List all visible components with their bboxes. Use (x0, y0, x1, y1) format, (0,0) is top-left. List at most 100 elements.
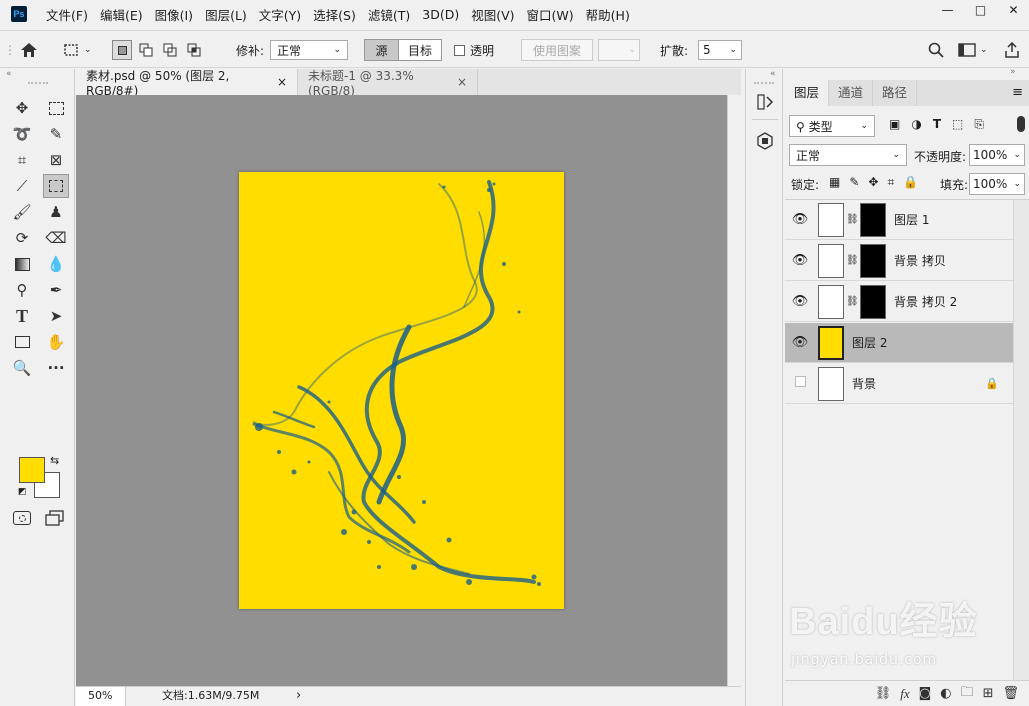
blur-tool-icon[interactable]: 💧 (43, 252, 69, 276)
intersect-selection-button[interactable] (184, 40, 204, 60)
blend-mode-select[interactable]: 正常 ⌄ (789, 144, 907, 166)
use-pattern-button[interactable]: 使用图案 (521, 39, 593, 61)
foreground-color-swatch[interactable] (19, 457, 45, 483)
pattern-picker[interactable]: ⌄ (598, 39, 640, 61)
filter-adjustment-icon[interactable]: ◑ (911, 117, 921, 132)
menu-3d[interactable]: 3D(D) (422, 7, 459, 22)
layers-scrollbar[interactable] (1013, 200, 1029, 680)
dodge-tool-icon[interactable]: ⚲ (9, 278, 35, 302)
patch-tool-icon[interactable] (43, 174, 69, 198)
expand-panels-icon[interactable]: « (770, 69, 776, 79)
filter-type-icon[interactable]: T (933, 117, 941, 132)
eraser-tool-icon[interactable]: ⌫ (43, 226, 69, 250)
link-chain-icon[interactable]: ⛓ (846, 255, 859, 266)
new-group-icon[interactable]: 🗀 (961, 683, 974, 705)
more-tools-icon[interactable]: ··· (43, 356, 69, 380)
quick-mask-icon[interactable] (13, 511, 31, 525)
menu-type[interactable]: 文字(Y) (259, 5, 301, 24)
layer-mask-thumbnail[interactable] (860, 243, 886, 278)
crop-tool-icon[interactable]: ⌗ (9, 148, 35, 172)
patch-mode-select[interactable]: 正常 ⌄ (270, 40, 348, 60)
history-panel-icon[interactable] (756, 93, 774, 114)
layer-row-background-copy[interactable]: 👁 ⛓ 背景 拷贝 (785, 241, 1013, 281)
visibility-eye-icon[interactable]: 👁 (785, 253, 815, 268)
source-button[interactable]: 源 (365, 40, 399, 60)
menu-image[interactable]: 图像(I) (155, 5, 193, 24)
diffusion-select[interactable]: 5 ⌄ (698, 40, 742, 60)
zoom-tool-icon[interactable]: 🔍 (9, 356, 35, 380)
close-tab-icon[interactable]: × (457, 75, 467, 89)
path-selection-tool-icon[interactable]: ➤ (43, 304, 69, 328)
brush-tool-icon[interactable]: 🖌 (9, 200, 35, 224)
menu-window[interactable]: 窗口(W) (527, 5, 574, 24)
tab-untitled-1[interactable]: 未标题-1 @ 33.3%(RGB/8) × (298, 69, 478, 98)
layer-row-layer-1[interactable]: 👁 ⛓ 图层 1 (785, 200, 1013, 240)
transparent-checkbox[interactable] (454, 44, 465, 56)
close-tab-icon[interactable]: × (277, 75, 287, 89)
status-menu-arrow-icon[interactable]: › (296, 687, 301, 705)
pen-tool-icon[interactable]: ✒ (43, 278, 69, 302)
subtract-selection-button[interactable] (160, 40, 180, 60)
vertical-scrollbar[interactable] (727, 95, 741, 686)
clone-stamp-tool-icon[interactable]: ♟ (43, 200, 69, 224)
layer-row-background[interactable]: 背景 🔒 (785, 364, 1013, 404)
menu-view[interactable]: 视图(V) (471, 5, 514, 24)
adjustment-layer-icon[interactable]: ◐ (940, 686, 951, 701)
link-chain-icon[interactable]: ⛓ (846, 296, 859, 307)
layer-style-icon[interactable]: fx (900, 686, 909, 702)
gradient-tool-icon[interactable] (9, 252, 35, 276)
filter-kind-select[interactable]: ⚲ 类型 ⌄ (789, 115, 875, 137)
menu-select[interactable]: 选择(S) (313, 5, 356, 24)
filter-pixel-icon[interactable]: ▣ (889, 117, 900, 132)
swap-colors-icon[interactable]: ⇆ (50, 454, 59, 467)
tab-channels[interactable]: 通道 (829, 80, 874, 106)
lasso-tool-icon[interactable]: ➰ (9, 122, 35, 146)
new-layer-icon[interactable]: ⊞ (983, 686, 994, 701)
collapse-toolbox-icon[interactable]: « (6, 69, 12, 79)
collapse-panel-icon[interactable]: » (1010, 67, 1016, 77)
screen-mode-icon[interactable] (45, 510, 65, 529)
filter-toggle[interactable] (1017, 116, 1025, 132)
3d-panel-icon[interactable] (756, 132, 774, 153)
opacity-field[interactable]: 100% ⌄ (969, 144, 1025, 166)
tool-preset-picker[interactable]: ⌄ (62, 31, 92, 69)
tab-material-psd[interactable]: 素材.psd @ 50% (图层 2, RGB/8#) × (76, 69, 298, 98)
visibility-toggle[interactable] (785, 376, 815, 391)
add-selection-button[interactable] (136, 40, 156, 60)
lock-transparent-icon[interactable]: ▦ (829, 175, 840, 190)
minimize-button[interactable]: — (932, 0, 963, 20)
panel-menu-icon[interactable]: ≡ (1006, 80, 1029, 106)
tab-paths[interactable]: 路径 (873, 80, 918, 106)
hand-tool-icon[interactable]: ✋ (43, 330, 69, 354)
quick-selection-tool-icon[interactable]: ✎ (43, 122, 69, 146)
eyedropper-tool-icon[interactable]: ⟋ (9, 174, 35, 198)
delete-layer-icon[interactable]: 🗑 (1002, 686, 1019, 701)
menu-edit[interactable]: 编辑(E) (100, 5, 143, 24)
frame-tool-icon[interactable]: ⊠ (43, 148, 69, 172)
visibility-eye-icon[interactable]: 👁 (785, 294, 815, 309)
menu-file[interactable]: 文件(F) (46, 5, 88, 24)
marquee-tool-icon[interactable] (43, 96, 69, 120)
home-button[interactable] (20, 31, 38, 69)
rectangle-tool-icon[interactable] (9, 330, 35, 354)
target-button[interactable]: 目标 (399, 40, 441, 60)
lock-position-icon[interactable]: ✥ (868, 175, 878, 190)
history-brush-tool-icon[interactable]: ⟳ (9, 226, 35, 250)
layer-mask-thumbnail[interactable] (860, 284, 886, 319)
menu-layer[interactable]: 图层(L) (205, 5, 247, 24)
visibility-eye-icon[interactable]: 👁 (785, 335, 815, 350)
move-tool-icon[interactable]: ✥ (9, 96, 35, 120)
fill-field[interactable]: 100% ⌄ (969, 173, 1025, 195)
lock-artboard-icon[interactable]: ⌗ (887, 175, 894, 190)
maximize-button[interactable]: □ (965, 0, 996, 20)
visibility-eye-icon[interactable]: 👁 (785, 212, 815, 227)
menu-help[interactable]: 帮助(H) (586, 5, 630, 24)
workspace-switcher[interactable]: ⌄ (958, 31, 988, 69)
filter-smart-object-icon[interactable]: ⎘ (974, 117, 984, 132)
document-canvas[interactable] (239, 172, 564, 609)
default-colors-icon[interactable]: ◩ (18, 487, 27, 497)
layer-mask-thumbnail[interactable] (860, 202, 886, 237)
zoom-field[interactable]: 50% (76, 687, 126, 706)
add-mask-icon[interactable]: ◙ (919, 686, 932, 701)
link-chain-icon[interactable]: ⛓ (846, 214, 859, 225)
